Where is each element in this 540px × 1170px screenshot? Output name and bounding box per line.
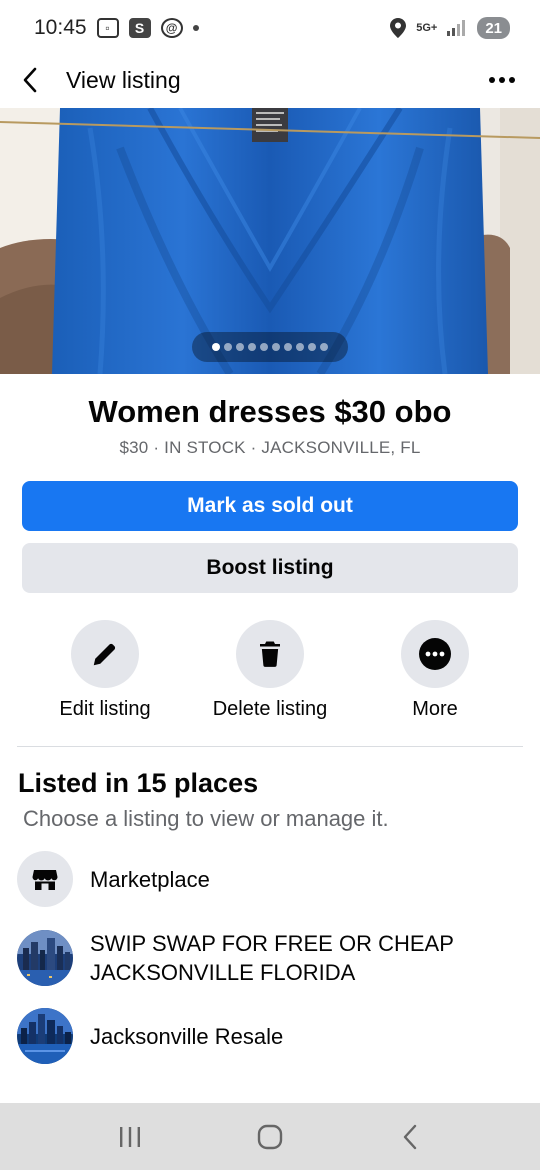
threads-icon: @ <box>160 18 183 38</box>
battery-indicator: 21 <box>477 17 510 39</box>
place-item-marketplace[interactable]: Marketplace <box>17 851 527 907</box>
pager-dot <box>272 343 280 351</box>
page-title: View listing <box>66 66 181 93</box>
listing-title: Women dresses $30 obo <box>88 394 452 429</box>
back-button[interactable] <box>0 56 60 104</box>
notification-dot-icon <box>192 25 199 31</box>
home-icon <box>257 1124 283 1149</box>
back-nav-icon <box>403 1124 417 1149</box>
app-header: View listing <box>0 56 540 104</box>
pager-dot <box>320 343 328 351</box>
recent-apps-button[interactable] <box>100 1112 160 1162</box>
city-skyline-icon <box>17 1008 73 1064</box>
delete-listing-button[interactable] <box>236 620 304 688</box>
place-item-swip-swap[interactable]: SWIP SWAP FOR FREE OR CHEAP JACKSONVILLE… <box>17 929 527 987</box>
places-title: Listed in 15 places <box>18 768 259 798</box>
trash-icon <box>260 641 280 667</box>
pager-dot <box>248 343 256 351</box>
mark-as-sold-out-button[interactable]: Mark as sold out <box>22 481 518 531</box>
back-nav-button[interactable] <box>380 1112 440 1162</box>
pager-dot <box>212 343 220 351</box>
pager-dot <box>296 343 304 351</box>
pager-dot <box>236 343 244 351</box>
chevron-left-icon <box>23 67 37 93</box>
listing-meta: $30 · IN STOCK · JACKSONVILLE, FL <box>119 438 421 457</box>
pencil-icon <box>93 643 116 666</box>
more-options-button[interactable] <box>486 64 518 96</box>
edit-listing-action[interactable]: Edit listing <box>20 620 190 721</box>
photo-pager[interactable] <box>192 332 348 362</box>
more-icon <box>419 638 451 670</box>
screenshot-icon: ▫ <box>96 18 119 38</box>
pager-dot <box>224 343 232 351</box>
dot-icon <box>499 77 505 83</box>
boost-listing-button[interactable]: Boost listing <box>22 543 518 593</box>
more-label: More <box>412 698 458 720</box>
battery-level: 21 <box>485 19 502 37</box>
pager-dot <box>260 343 268 351</box>
edit-listing-button[interactable] <box>71 620 139 688</box>
place-label: Marketplace <box>90 866 210 892</box>
dot-icon <box>509 77 515 83</box>
marketplace-avatar <box>17 851 73 907</box>
place-item-jacksonville-resale[interactable]: Jacksonville Resale <box>17 1008 527 1064</box>
edit-listing-label: Edit listing <box>59 698 151 720</box>
more-button[interactable] <box>401 620 469 688</box>
group-avatar <box>17 930 73 986</box>
delete-listing-action[interactable]: Delete listing <box>185 620 355 721</box>
mark-as-sold-out-label: Mark as sold out <box>187 494 353 517</box>
signal-icon <box>447 20 466 36</box>
delete-listing-label: Delete listing <box>212 698 328 720</box>
places-subtitle: Choose a listing to view or manage it. <box>23 806 389 831</box>
system-nav-bar <box>0 1103 540 1170</box>
network-label: 5G+ <box>416 22 438 34</box>
dot-icon <box>489 77 495 83</box>
status-time: 10:45 <box>34 16 87 39</box>
group-avatar <box>17 1008 73 1064</box>
marketplace-icon <box>32 870 58 890</box>
more-action[interactable]: More <box>350 620 520 721</box>
status-bar: 10:45 ▫ S @ 5G+ 21 <box>0 0 540 56</box>
place-label: SWIP SWAP FOR FREE OR CHEAP JACKSONVILLE… <box>90 931 454 985</box>
section-divider <box>17 746 523 747</box>
app-s-icon: S <box>128 18 151 38</box>
home-button[interactable] <box>240 1112 300 1162</box>
place-label: Jacksonville Resale <box>90 1023 284 1049</box>
pager-dot <box>308 343 316 351</box>
status-right: 5G+ 21 <box>390 17 510 39</box>
boost-listing-label: Boost listing <box>206 556 334 579</box>
pager-dot <box>284 343 292 351</box>
location-icon <box>390 18 407 38</box>
status-left: 10:45 ▫ S @ <box>34 16 199 40</box>
recent-apps-icon <box>120 1126 140 1147</box>
city-skyline-icon <box>17 930 73 986</box>
